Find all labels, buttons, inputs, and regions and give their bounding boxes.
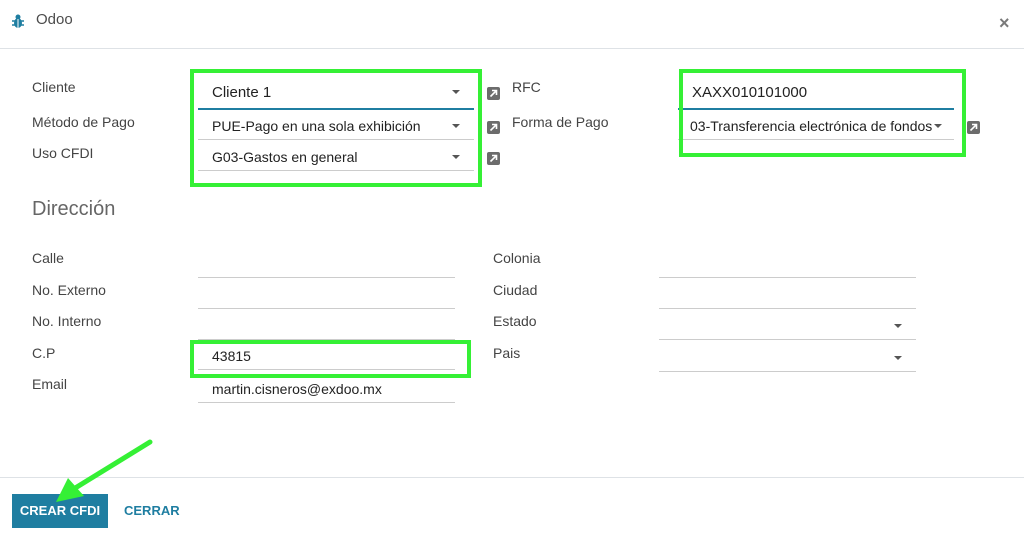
- chevron-down-icon: [894, 356, 902, 360]
- forma-pago-label: Forma de Pago: [512, 114, 609, 130]
- section-title: Dirección: [32, 198, 116, 220]
- metodo-pago-label: Método de Pago: [32, 114, 135, 130]
- highlight-box: [679, 69, 966, 157]
- crear-cfdi-button[interactable]: CREAR CFDI: [12, 494, 108, 528]
- cliente-label: Cliente: [32, 79, 76, 95]
- email-input[interactable]: martin.cisneros@exdoo.mx: [198, 375, 455, 403]
- calle-input[interactable]: [198, 250, 455, 278]
- pais-label: Pais: [493, 345, 521, 361]
- chevron-down-icon: [894, 324, 902, 328]
- dialog-header: Odoo ×: [0, 0, 1024, 49]
- cerrar-button[interactable]: CERRAR: [124, 494, 180, 528]
- no-interno-input[interactable]: [198, 312, 455, 340]
- no-externo-input[interactable]: [198, 281, 455, 309]
- external-link-icon[interactable]: [967, 121, 980, 134]
- estado-select[interactable]: [659, 312, 916, 340]
- ciudad-input[interactable]: [659, 281, 916, 309]
- rfc-label: RFC: [512, 79, 541, 95]
- colonia-label: Colonia: [493, 250, 541, 266]
- calle-label: Calle: [32, 250, 64, 266]
- no-externo-label: No. Externo: [32, 282, 106, 298]
- external-link-icon[interactable]: [487, 87, 500, 100]
- colonia-input[interactable]: [659, 250, 916, 278]
- estado-label: Estado: [493, 313, 537, 329]
- highlight-box: [190, 340, 471, 378]
- uso-cfdi-label: Uso CFDI: [32, 145, 94, 161]
- email-label: Email: [32, 376, 68, 392]
- cp-label: C.P: [32, 345, 56, 361]
- email-value: martin.cisneros@exdoo.mx: [212, 381, 382, 397]
- external-link-icon[interactable]: [487, 152, 500, 165]
- close-icon[interactable]: ×: [999, 11, 1010, 35]
- external-link-icon[interactable]: [487, 121, 500, 134]
- ciudad-label: Ciudad: [493, 282, 538, 298]
- pais-select[interactable]: [659, 344, 916, 372]
- dialog-title: Odoo: [36, 11, 73, 28]
- no-interno-label: No. Interno: [32, 313, 102, 329]
- bug-icon: [12, 14, 24, 28]
- highlight-box: [190, 69, 482, 187]
